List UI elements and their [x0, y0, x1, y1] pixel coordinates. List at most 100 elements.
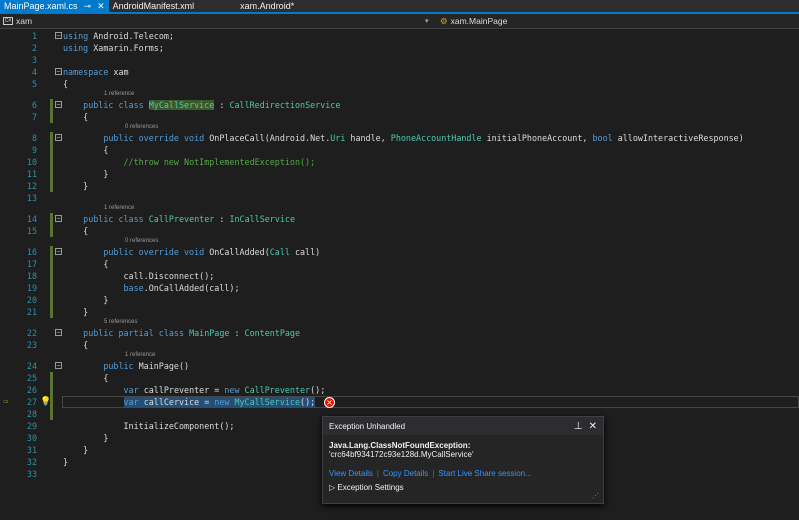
- code-line[interactable]: 18 call.Disconnect();: [0, 270, 799, 282]
- lightbulb-icon[interactable]: 💡: [40, 396, 51, 408]
- collapse-icon[interactable]: −: [55, 362, 62, 369]
- collapse-icon[interactable]: −: [55, 134, 62, 141]
- codelens-references[interactable]: 5 references: [0, 318, 799, 327]
- code-line[interactable]: 3: [0, 54, 799, 66]
- pin-icon[interactable]: ⊥: [574, 421, 583, 432]
- codelens-references[interactable]: 0 references: [0, 237, 799, 246]
- code-token: Uri: [330, 133, 346, 143]
- code-line[interactable]: 13: [0, 192, 799, 204]
- code-line[interactable]: 20 }: [0, 294, 799, 306]
- code-line[interactable]: 19 base.OnCallAdded(call);: [0, 282, 799, 294]
- code-line[interactable]: 5{: [0, 78, 799, 90]
- change-marker: [50, 384, 53, 396]
- line-number: 31: [26, 445, 37, 455]
- code-token: new: [214, 397, 235, 407]
- code-token: CallPreventer: [244, 385, 311, 395]
- code-line[interactable]: 12 }: [0, 180, 799, 192]
- collapse-icon[interactable]: −: [55, 329, 62, 336]
- line-number: 32: [26, 457, 37, 467]
- code-line[interactable]: 23 {: [0, 339, 799, 351]
- line-number: 18: [26, 271, 37, 281]
- codelens-references[interactable]: 1 reference: [0, 90, 799, 99]
- code-line[interactable]: 6 − public class MyCallService : CallRedi…: [0, 99, 799, 111]
- code-text: {: [63, 144, 108, 156]
- code-line[interactable]: 21 }: [0, 306, 799, 318]
- code-token: //throw new NotImplementedException();: [123, 157, 316, 167]
- code-line[interactable]: 8 − public override void OnPlaceCall(Andr…: [0, 132, 799, 144]
- tab-xam-android[interactable]: xam.Android*: [236, 0, 298, 12]
- popup-header: Exception Unhandled ⊥ ✕: [323, 417, 603, 435]
- code-text: {: [63, 258, 108, 270]
- code-text: }: [63, 180, 88, 192]
- code-line[interactable]: 7 {: [0, 111, 799, 123]
- resize-grip-icon[interactable]: ⋰: [592, 492, 599, 500]
- line-number: 7: [31, 112, 37, 122]
- tab-mainpage[interactable]: MainPage.xaml.cs ⊸ ✕: [0, 0, 109, 12]
- close-icon[interactable]: ✕: [589, 421, 597, 432]
- line-number: 6: [31, 100, 37, 110]
- code-line[interactable]: 14 − public class CallPreventer : InCallS…: [0, 213, 799, 225]
- code-line[interactable]: 24 − public MainPage(): [0, 360, 799, 372]
- live-share-link[interactable]: Start Live Share session...: [438, 469, 531, 478]
- code-token: var: [123, 397, 139, 407]
- code-token: CallRedirectionService: [229, 100, 341, 110]
- line-number: 12: [26, 181, 37, 191]
- code-token: initialPhoneAccount,: [481, 133, 593, 143]
- line-number: 19: [26, 283, 37, 293]
- tab-androidmanifest[interactable]: AndroidManifest.xml: [109, 0, 199, 12]
- code-line[interactable]: 11 }: [0, 168, 799, 180]
- code-token: MyCallService: [148, 100, 215, 110]
- code-token: callCervice =: [138, 397, 215, 407]
- code-line[interactable]: 26 var callPreventer = new CallPreventer…: [0, 384, 799, 396]
- collapse-icon[interactable]: −: [55, 32, 62, 39]
- code-line[interactable]: 1 − using Android.Telecom;: [0, 30, 799, 42]
- code-line[interactable]: 9 {: [0, 144, 799, 156]
- chevron-down-icon[interactable]: ▾: [425, 14, 429, 29]
- exception-popup: Exception Unhandled ⊥ ✕ Java.Lang.ClassNot…: [322, 416, 604, 504]
- code-token: public class: [83, 100, 149, 110]
- line-number: 1: [31, 31, 37, 41]
- code-text: }: [63, 456, 68, 468]
- change-marker: [50, 111, 53, 123]
- codelens-references[interactable]: 1 reference: [0, 204, 799, 213]
- code-token: }: [103, 169, 109, 179]
- collapse-icon[interactable]: −: [55, 215, 62, 222]
- code-line[interactable]: 22 − public partial class MainPage : Cont…: [0, 327, 799, 339]
- codelens-references[interactable]: 0 references: [0, 123, 799, 132]
- collapse-icon[interactable]: −: [55, 248, 62, 255]
- collapse-icon[interactable]: −: [55, 101, 62, 108]
- code-text: var callPreventer = new CallPreventer();: [63, 384, 326, 396]
- code-line[interactable]: 15 {: [0, 225, 799, 237]
- code-line[interactable]: 2 using Xamarin.Forms;: [0, 42, 799, 54]
- close-icon[interactable]: ✕: [97, 0, 105, 12]
- class-icon: ⚙: [440, 15, 448, 26]
- code-line[interactable]: ⇨ 💡 27 var callCervice = new MyCallService…: [0, 396, 799, 408]
- change-marker: [50, 225, 53, 237]
- exception-settings-toggle[interactable]: ▷ Exception Settings: [323, 478, 603, 497]
- code-line[interactable]: 16 − public override void OnCallAdded(Cal…: [0, 246, 799, 258]
- code-line[interactable]: 10 //throw new NotImplementedException()…: [0, 156, 799, 168]
- code-text: {: [63, 372, 108, 384]
- codelens-references[interactable]: 1 reference: [0, 351, 799, 360]
- navigation-bar: C# xam ▾ ⚙ xam.MainPage: [0, 14, 799, 29]
- code-token: Android.Telecom;: [93, 31, 174, 41]
- change-marker: [50, 258, 53, 270]
- code-line[interactable]: 17 {: [0, 258, 799, 270]
- line-number: 30: [26, 433, 37, 443]
- copy-details-link[interactable]: Copy Details: [383, 469, 428, 478]
- project-dropdown[interactable]: C# xam: [0, 14, 430, 28]
- type-dropdown[interactable]: ⚙ xam.MainPage: [430, 14, 507, 28]
- change-marker: [50, 306, 53, 318]
- code-line[interactable]: 4 − namespace xam: [0, 66, 799, 78]
- code-line[interactable]: 25 {: [0, 372, 799, 384]
- change-marker: [50, 213, 53, 225]
- view-details-link[interactable]: View Details: [329, 469, 373, 478]
- error-icon[interactable]: ×: [324, 397, 335, 408]
- line-number: 15: [26, 226, 37, 236]
- type-label: xam.MainPage: [450, 15, 508, 26]
- code-text: }: [63, 432, 108, 444]
- pin-icon[interactable]: ⊸: [84, 0, 92, 12]
- collapse-icon[interactable]: −: [55, 68, 62, 75]
- code-text: }: [63, 294, 108, 306]
